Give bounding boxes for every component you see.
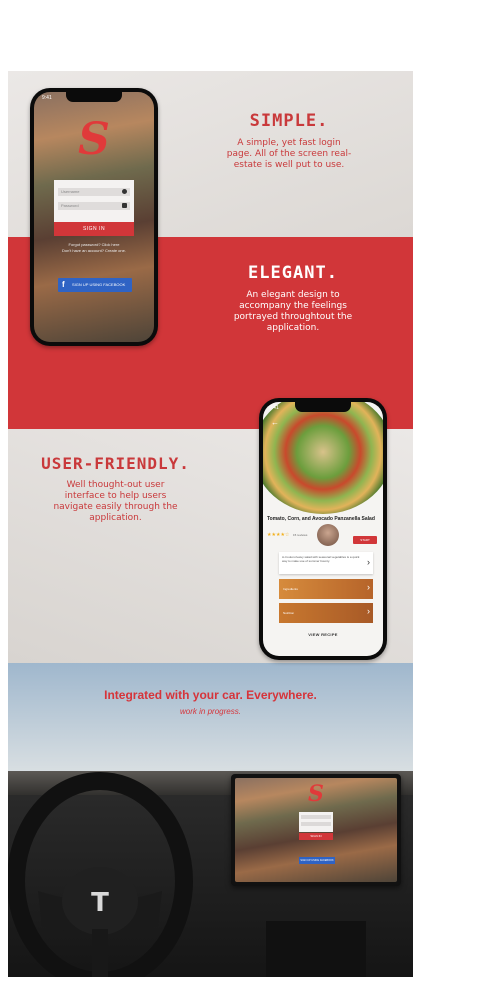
password-field[interactable]: Password	[58, 202, 130, 210]
car-screen-content: S SIGN IN SIGN UP USING FACEBOOK	[235, 778, 397, 882]
user-friendly-description: Well thought-out user interface to help …	[53, 480, 178, 523]
create-account-link[interactable]: Don't have an account? Create one.	[48, 248, 140, 253]
chef-avatar	[317, 524, 339, 546]
simple-heading: SIMPLE.	[249, 111, 329, 131]
recipe-phone: 9:41 ← Tomato, Corn, and Avocado Panzane…	[259, 398, 387, 660]
status-time: 9:41	[42, 95, 52, 101]
rating-stars-icon: ★★★★☆	[267, 532, 290, 538]
simple-description: A simple, yet fast login page. All of th…	[226, 138, 352, 170]
car-app-logo: S	[308, 781, 324, 807]
car-sign-in-button[interactable]: SIGN IN	[299, 833, 333, 840]
username-placeholder: Username	[61, 189, 80, 194]
username-field[interactable]: Username	[58, 188, 130, 196]
car-heading: Integrated with your car. Everywhere.	[104, 688, 317, 702]
phone-notch	[66, 92, 122, 102]
view-recipe-button[interactable]: VIEW RECIPE	[263, 632, 383, 637]
car-password-field[interactable]	[301, 822, 331, 826]
user-friendly-heading: USER-FRIENDLY.	[41, 454, 190, 473]
app-logo: S	[78, 114, 110, 165]
showcase-canvas: SIMPLE. A simple, yet fast login page. A…	[8, 71, 413, 977]
status-time: 9:41	[269, 405, 279, 411]
salad-image	[263, 402, 383, 514]
center-console	[266, 921, 366, 977]
chevron-right-icon: ›	[367, 582, 370, 592]
facebook-signup-button[interactable]: f SIGN UP USING FACEBOOK	[58, 278, 132, 292]
facebook-icon: f	[62, 280, 65, 289]
car-touchscreen: S SIGN IN SIGN UP USING FACEBOOK	[231, 774, 401, 886]
nutrition-card[interactable]: Nutrition ›	[279, 603, 373, 623]
chevron-right-icon: ›	[367, 557, 370, 567]
description-card[interactable]: A crouton-heavy salad with seasonal vege…	[279, 552, 373, 574]
facebook-button-label: SIGN UP USING FACEBOOK	[72, 282, 126, 287]
chevron-right-icon: ›	[367, 606, 370, 616]
ingredients-label: Ingredients	[283, 587, 298, 591]
car-login-card	[299, 812, 333, 832]
review-count: 15 reviews	[293, 533, 308, 537]
steering-wheel: T	[8, 772, 193, 977]
phone-notch	[295, 402, 351, 412]
login-phone: 9:41 S Username Password SIGN IN Forgot …	[30, 88, 158, 346]
user-icon	[122, 189, 127, 194]
recipe-screen: 9:41 ← Tomato, Corn, and Avocado Panzane…	[263, 402, 383, 656]
password-placeholder: Password	[61, 203, 79, 208]
forgot-password-link[interactable]: Forgot password? Click here	[48, 242, 140, 247]
login-screen: 9:41 S Username Password SIGN IN Forgot …	[34, 92, 154, 342]
start-button[interactable]: START	[353, 536, 377, 544]
recipe-title: Tomato, Corn, and Avocado Panzanella Sal…	[267, 516, 375, 522]
ingredients-card[interactable]: Ingredients ›	[279, 579, 373, 599]
elegant-description: An elegant design to accompany the feeli…	[233, 290, 353, 333]
nutrition-label: Nutrition	[283, 611, 295, 615]
car-username-field[interactable]	[301, 815, 331, 819]
car-subtitle: work in progress.	[180, 707, 241, 716]
car-facebook-button[interactable]: SIGN UP USING FACEBOOK	[299, 857, 335, 864]
back-arrow-icon[interactable]: ←	[271, 418, 279, 427]
recipe-description: A crouton-heavy salad with seasonal vege…	[282, 555, 360, 563]
tesla-logo-icon: T	[91, 888, 109, 918]
login-card: Username Password	[54, 180, 134, 222]
elegant-heading: ELEGANT.	[248, 263, 338, 283]
lock-icon	[122, 203, 127, 208]
sign-in-button[interactable]: SIGN IN	[54, 222, 134, 236]
